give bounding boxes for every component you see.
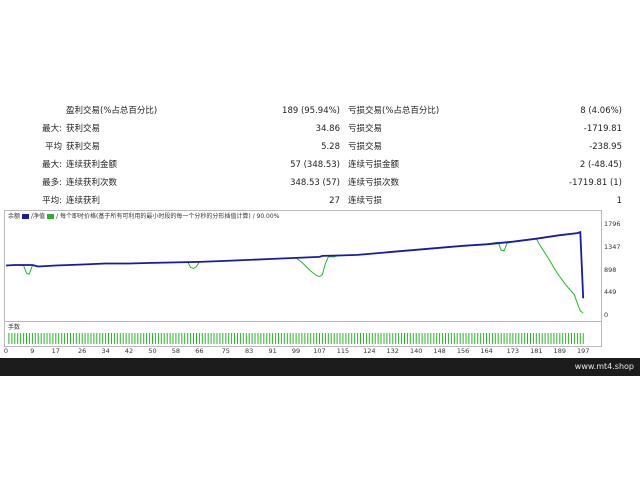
stats-profit-name: 连续获利 [66, 196, 101, 206]
stats-profit-name: 获利交易 [66, 142, 101, 152]
y-tick-label: 0 [604, 311, 609, 319]
x-tick-label: 173 [506, 347, 520, 355]
equity-swatch [47, 214, 55, 219]
y-axis: 1796 1347 898 449 0 [600, 210, 640, 322]
stats-row: 平均: 连续获利 27 连续亏损 1 [0, 192, 640, 210]
stats-row-label: 最大: [42, 160, 62, 170]
x-tick-label: 189 [553, 347, 566, 355]
stats-loss-name: 连续亏损 [348, 196, 383, 206]
stats-profit-name: 连续获利次数 [66, 178, 118, 188]
x-tick-label: 34 [101, 347, 110, 355]
y-tick-label: 449 [604, 288, 617, 297]
stats-profit-value: 57 (348.53) [290, 160, 340, 170]
y-tick-label: 898 [604, 265, 617, 274]
volume-chart [8, 333, 584, 344]
stats-profit-value: 5.28 [321, 142, 340, 152]
stats-row: 最大: 获利交易 34.86 亏损交易 -1719.81 [0, 120, 640, 138]
x-tick-label: 181 [530, 347, 543, 355]
x-tick-label: 66 [195, 347, 204, 355]
stats-loss-value: -1719.81 (1) [569, 178, 622, 188]
stats-profit-value: 27 [329, 196, 340, 206]
x-tick-label: 107 [313, 347, 326, 355]
x-tick-label: 42 [124, 347, 134, 355]
x-tick-label: 17 [51, 347, 60, 355]
stats-row-label: 最多: [42, 178, 62, 188]
stats-loss-name: 亏损交易 [348, 124, 383, 134]
stats-loss-name: 连续亏损次数 [348, 178, 400, 188]
stats-loss-name: 亏损交易 [348, 142, 383, 152]
chart-legend: 余额/净值 / 每个即时价格(基于所有可利用的最小时段的每一个分秒的分形插值计算)… [8, 213, 280, 220]
y-tick-label: 1347 [604, 242, 621, 251]
x-tick-label: 75 [221, 347, 230, 355]
stats-profit-name: 盈利交易(%占总百分比) [66, 106, 158, 116]
x-tick-label: 140 [409, 347, 423, 355]
legend-note: 每个即时价格(基于所有可利用的最小时段的每一个分秒的分形插值计算) / 90.0… [60, 213, 280, 220]
footer-watermark: www.mt4.shop [574, 362, 634, 371]
x-tick-label: 91 [268, 347, 277, 355]
stats-loss-name: 亏损交易(%占总百分比) [348, 106, 440, 116]
x-tick-label: 58 [171, 347, 181, 355]
stats-profit-value: 348.53 (57) [290, 178, 340, 188]
x-tick-label: 148 [433, 347, 446, 355]
x-tick-label: 99 [291, 347, 301, 355]
x-tick-label: 164 [480, 347, 493, 355]
legend-balance-label: 余额 [8, 213, 21, 220]
x-tick-label: 26 [78, 347, 87, 355]
stats-profit-value: 189 (95.94%) [282, 106, 340, 116]
stats-loss-value: 8 (4.06%) [580, 106, 622, 116]
footer-bar: www.mt4.shop [0, 358, 640, 376]
balance-swatch [22, 214, 30, 219]
x-tick-label: 156 [456, 347, 470, 355]
x-tick-label: 132 [386, 347, 399, 355]
x-tick-label: 124 [363, 347, 376, 355]
y-tick-label: 1796 [604, 220, 621, 229]
stats-row: 盈利交易(%占总百分比) 189 (95.94%) 亏损交易(%占总百分比) 8… [0, 102, 640, 120]
legend-equity-label: 净值 [33, 213, 46, 220]
x-tick-label: 83 [245, 347, 254, 355]
stats-profit-name: 获利交易 [66, 124, 101, 134]
stats-loss-value: -238.95 [589, 142, 622, 152]
equity-chart [5, 230, 585, 314]
x-axis: 0 9 17 26 34 42 50 58 66 75 83 91 99 107 115 124 132 140 1… [0, 346, 600, 358]
statistics-table: 盈利交易(%占总百分比) 189 (95.94%) 亏损交易(%占总百分比) 8… [0, 102, 640, 208]
stats-row: 最多: 连续获利次数 348.53 (57) 连续亏损次数 -1719.81 (… [0, 174, 640, 192]
x-tick-label: 0 [3, 347, 9, 355]
stats-row-label: 平均 [44, 142, 62, 152]
stats-profit-name: 连续获利金额 [66, 160, 118, 170]
equity-line [5, 238, 584, 314]
stats-row-label: 最大: [42, 124, 62, 134]
stats-loss-value: 1 [616, 196, 622, 206]
x-tick-label: 50 [148, 347, 157, 355]
stats-row-label: 平均: [42, 196, 62, 206]
stats-loss-value: 2 (-48.45) [579, 160, 622, 170]
stats-row: 平均 获利交易 5.28 亏损交易 -238.95 [0, 138, 640, 156]
x-tick-label: 197 [576, 347, 590, 355]
stats-profit-value: 34.86 [315, 124, 340, 134]
stats-loss-value: -1719.81 [583, 124, 622, 134]
volume-label: 手数 [8, 324, 21, 331]
x-tick-label: 9 [30, 347, 35, 355]
stats-loss-name: 连续亏损金额 [348, 160, 400, 170]
x-tick-label: 115 [336, 347, 350, 355]
stats-row: 最大: 连续获利金额 57 (348.53) 连续亏损金额 2 (-48.45) [0, 156, 640, 174]
